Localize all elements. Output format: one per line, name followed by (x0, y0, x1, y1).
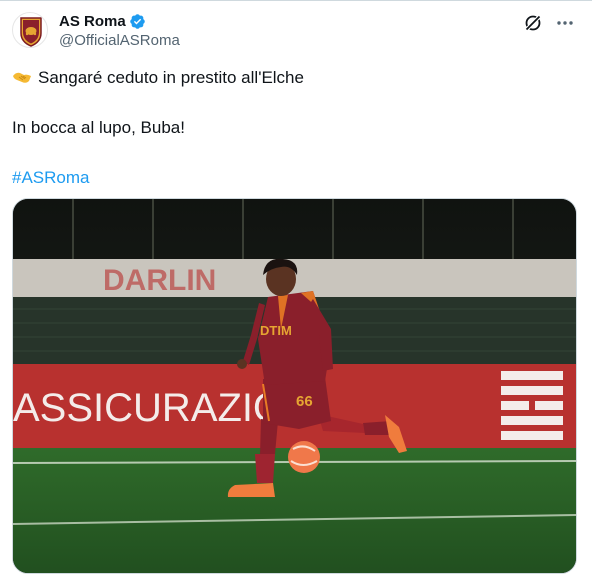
display-name[interactable]: AS Roma (59, 13, 126, 30)
tweet-media[interactable]: DARLIN ASSICURAZIONI 66 DTIM (12, 198, 577, 574)
more-options-icon (557, 21, 573, 25)
verified-badge-icon[interactable] (129, 13, 146, 30)
tweet-line-2: In bocca al lupo, Buba! (12, 118, 185, 137)
account-names: AS Roma @OfficialASRoma (59, 11, 180, 50)
top-border (0, 0, 592, 1)
handshake-emoji-icon (13, 72, 31, 83)
player-photo: DARLIN ASSICURAZIONI 66 DTIM (13, 199, 576, 573)
hashtag-link[interactable]: #ASRoma (12, 166, 580, 190)
name-row: AS Roma (59, 11, 180, 31)
grok-icon (524, 14, 542, 32)
as-roma-crest-icon (20, 17, 42, 47)
shirt-sponsor: DTIM (260, 323, 292, 338)
avatar[interactable] (12, 12, 48, 48)
tweet-line-1-text: Sangaré ceduto in prestito all'Elche (38, 68, 304, 87)
tweet-header: AS Roma @OfficialASRoma (12, 12, 580, 52)
account-handle[interactable]: @OfficialASRoma (59, 32, 180, 49)
tweet-line-1: Sangaré ceduto in prestito all'Elche (12, 66, 580, 90)
shorts-number: 66 (296, 393, 313, 410)
more-options-button[interactable] (554, 12, 576, 34)
tweet-text: Sangaré ceduto in prestito all'Elche In … (12, 66, 580, 190)
tweet-actions (522, 12, 576, 34)
grok-button[interactable] (522, 12, 544, 34)
back-banner-text: DARLIN (103, 264, 216, 297)
